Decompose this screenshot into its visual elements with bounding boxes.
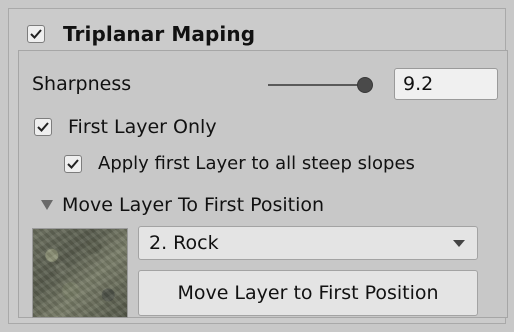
check-icon: [67, 159, 79, 169]
triangle-down-icon[interactable]: [40, 199, 54, 211]
layer-select-dropdown[interactable]: 2. Rock: [138, 226, 478, 260]
layer-texture-thumbnail: [32, 228, 128, 318]
sharpness-value-field[interactable]: 9.2: [394, 68, 498, 100]
first-layer-only-label: First Layer Only: [68, 116, 217, 138]
check-icon: [37, 122, 49, 132]
sharpness-label: Sharpness: [32, 73, 132, 95]
caret-down-icon: [453, 240, 465, 247]
sharpness-slider-handle[interactable]: [357, 77, 373, 93]
move-layer-foldout-label[interactable]: Move Layer To First Position: [62, 193, 324, 217]
check-icon: [30, 29, 42, 39]
move-layer-button[interactable]: Move Layer to First Position: [138, 270, 478, 316]
triplanar-toggle-checkbox[interactable]: [27, 25, 45, 43]
layer-select-value: 2. Rock: [149, 232, 219, 254]
sharpness-slider-track[interactable]: [268, 84, 370, 86]
apply-steep-slopes-checkbox[interactable]: [64, 155, 82, 173]
section-title: Triplanar Maping: [63, 22, 256, 46]
first-layer-only-checkbox[interactable]: [34, 118, 52, 136]
apply-steep-slopes-label: Apply first Layer to all steep slopes: [98, 153, 415, 174]
